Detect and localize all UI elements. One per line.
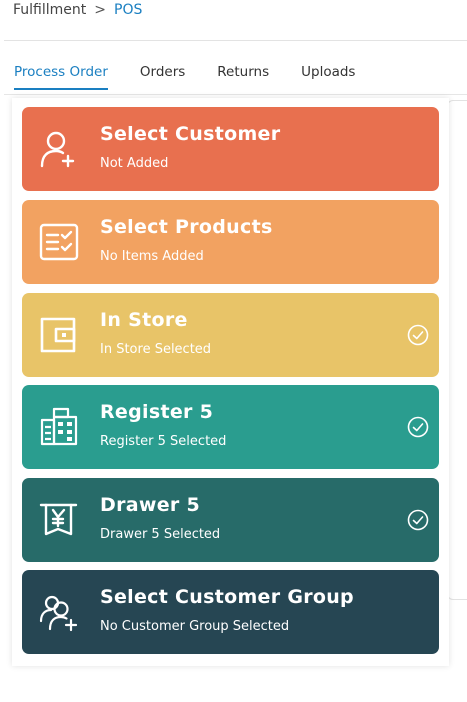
step-subtitle: Register 5 Selected (100, 434, 227, 449)
header-divider (4, 40, 467, 41)
step-in-store[interactable]: In Store In Store Selected (22, 293, 439, 377)
step-subtitle: Not Added (100, 156, 169, 171)
step-register[interactable]: Register 5 Register 5 Selected (22, 385, 439, 469)
step-select-customer[interactable]: Select Customer Not Added (22, 107, 439, 191)
check-circle-icon (407, 416, 429, 438)
step-select-products[interactable]: Select Products No Items Added (22, 200, 439, 284)
step-drawer[interactable]: Drawer 5 Drawer 5 Selected (22, 478, 439, 562)
tab-bar: Process Order Orders Returns Uploads (14, 64, 387, 90)
step-title: Select Customer (100, 123, 281, 145)
step-subtitle: Drawer 5 Selected (100, 527, 221, 542)
step-title: Register 5 (100, 401, 214, 423)
breadcrumb: Fulfillment > POS (13, 2, 142, 18)
step-title: Select Customer Group (100, 586, 354, 608)
tab-orders[interactable]: Orders (140, 64, 185, 90)
side-panel (447, 100, 467, 600)
tab-uploads[interactable]: Uploads (301, 64, 355, 90)
breadcrumb-fulfillment-link[interactable]: Fulfillment (13, 2, 86, 18)
tab-divider (4, 94, 467, 95)
step-subtitle: In Store Selected (100, 342, 212, 357)
step-title: Select Products (100, 216, 273, 238)
step-title: In Store (100, 309, 188, 331)
step-subtitle: No Customer Group Selected (100, 619, 290, 634)
check-circle-icon (407, 509, 429, 531)
drawer-yen-icon (38, 499, 80, 541)
breadcrumb-separator: > (94, 2, 106, 18)
register-icon (38, 406, 80, 448)
checklist-icon (38, 221, 80, 263)
step-select-customer-group[interactable]: Select Customer Group No Customer Group … (22, 570, 439, 654)
breadcrumb-current[interactable]: POS (114, 2, 142, 18)
tab-returns[interactable]: Returns (217, 64, 269, 90)
step-subtitle: No Items Added (100, 249, 204, 264)
step-title: Drawer 5 (100, 494, 201, 516)
user-group-plus-icon (38, 591, 80, 633)
store-icon (38, 314, 80, 356)
tab-process-order[interactable]: Process Order (14, 64, 108, 90)
check-circle-icon (407, 324, 429, 346)
user-plus-icon (38, 128, 80, 170)
